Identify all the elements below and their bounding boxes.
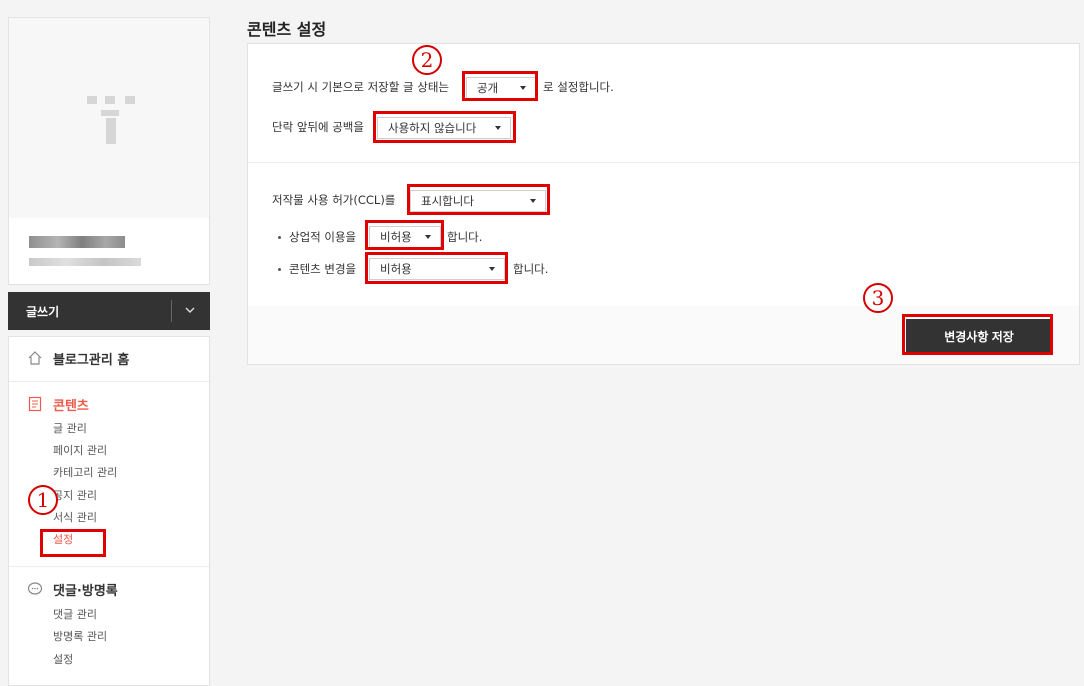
blurred-image-part: [105, 96, 115, 104]
speech-bubble-icon: [27, 582, 43, 595]
highlight-paragraph-spacing: [373, 111, 516, 143]
highlight-settings-menu: [40, 529, 106, 557]
bullet: [278, 236, 281, 239]
document-icon: [28, 396, 42, 412]
sidebar-item-notice-manage[interactable]: 공지 관리: [53, 488, 97, 504]
blurred-image-part: [101, 110, 119, 116]
blurred-blog-url: [29, 258, 141, 266]
sidebar-item-comment-manage[interactable]: 댓글 관리: [53, 607, 97, 623]
sidebar-item-home[interactable]: 블로그관리 홈: [27, 347, 129, 369]
blurred-image-part: [125, 96, 135, 104]
profile-image[interactable]: [9, 18, 209, 218]
sidebar-item-guestbook-manage[interactable]: 방명록 관리: [53, 629, 107, 645]
sidebar-item-page-manage[interactable]: 페이지 관리: [53, 443, 107, 459]
sidebar-section-label: 댓글·방명록: [53, 583, 118, 599]
ccl-label: 저작물 사용 허가(CCL)를: [272, 193, 396, 207]
home-icon: [28, 351, 42, 365]
modification-label: 콘텐츠 변경을: [289, 262, 357, 276]
sidebar-section-label: 콘텐츠: [53, 398, 89, 414]
menu-divider: [9, 381, 209, 382]
profile-card: [8, 17, 210, 285]
default-status-suffix: 로 설정합니다.: [543, 80, 614, 94]
blurred-blog-name: [29, 236, 125, 248]
commercial-use-label: 상업적 이용을: [289, 230, 357, 244]
sidebar-item-category-manage[interactable]: 카테고리 관리: [53, 465, 117, 481]
page-title: 콘텐츠 설정: [247, 20, 327, 39]
highlight-modification: [365, 252, 508, 284]
sidebar-item-post-manage[interactable]: 글 관리: [53, 421, 87, 437]
highlight-ccl: [407, 184, 550, 215]
sidebar-item-label: 블로그관리 홈: [53, 352, 130, 368]
sidebar-item-comment-settings[interactable]: 설정: [53, 652, 73, 668]
commercial-use-suffix: 합니다.: [447, 230, 483, 244]
sidebar-section-contents[interactable]: 콘텐츠: [27, 393, 89, 415]
section-divider: [248, 162, 1079, 163]
bullet: [278, 268, 281, 271]
sidebar-item-template-manage[interactable]: 서식 관리: [53, 510, 97, 526]
highlight-save-button: [902, 314, 1053, 355]
step-3-marker: 3: [863, 283, 893, 313]
write-divider: [171, 300, 172, 322]
default-status-label: 글쓰기 시 기본으로 저장할 글 상태는: [272, 80, 449, 94]
blurred-image-part: [106, 118, 116, 144]
write-button[interactable]: 글쓰기: [8, 292, 210, 330]
paragraph-spacing-label: 단락 앞뒤에 공백을: [272, 120, 364, 134]
highlight-default-status: [462, 71, 538, 101]
menu-divider: [9, 566, 209, 567]
step-1-marker: 1: [28, 485, 58, 515]
write-button-label: 글쓰기: [26, 305, 60, 319]
step-2-marker: 2: [412, 45, 442, 75]
blurred-image-part: [87, 96, 97, 104]
highlight-commercial-use: [365, 220, 444, 250]
sidebar-section-comments[interactable]: 댓글·방명록: [27, 578, 118, 600]
chevron-down-icon[interactable]: [183, 303, 197, 317]
modification-suffix: 합니다.: [513, 262, 549, 276]
